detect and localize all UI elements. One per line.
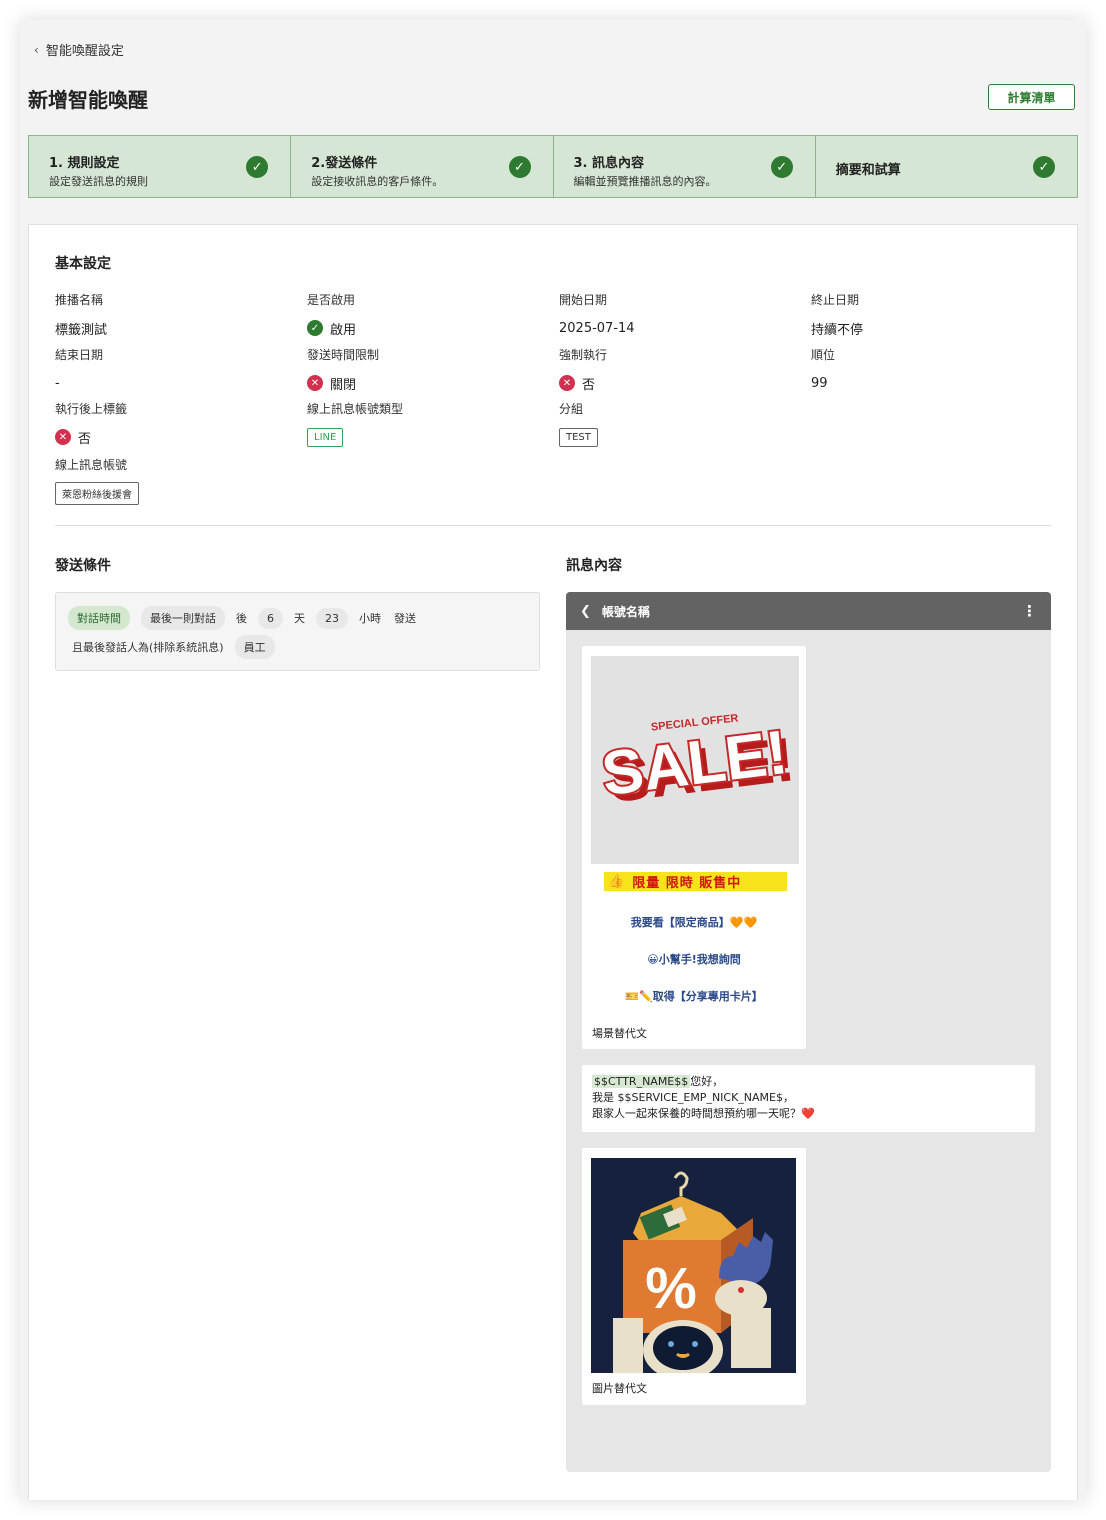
text-line: 跟家人一起來保養的時間想預約哪一天呢？❤️ [592, 1107, 815, 1120]
account-tag: 萊恩粉絲後援會 [55, 481, 139, 505]
field-value: 持續不停 [811, 322, 864, 338]
condition-word: 後 [236, 612, 247, 625]
field-group: 分組 TEST [559, 400, 598, 447]
field-label: 結束日期 [55, 348, 104, 362]
condition-chip-role: 員工 [234, 635, 275, 659]
message-title: 訊息內容 [566, 558, 622, 574]
condition-chip-days: 6 [258, 607, 283, 629]
field-value: 啟用 [330, 322, 357, 338]
field-value: 99 [811, 375, 828, 391]
check-circle-icon: ✓ [508, 156, 531, 178]
condition-box: 對話時間 最後一則對話 後 6 天 23 小時 發送 且最後發話人為(排除系統訊… [55, 592, 540, 671]
field-label: 分組 [559, 402, 584, 416]
condition-chip-hours: 23 [316, 607, 348, 629]
card-action-button[interactable]: 🎫✏️取得【分享專用卡片】 [582, 988, 806, 1004]
section-divider [55, 525, 1051, 526]
x-circle-icon: ✕ [55, 429, 71, 445]
step-summary[interactable]: 摘要和試算 ✓ [816, 136, 1077, 197]
card-action-button[interactable]: 我要看【限定商品】🧡🧡 [582, 914, 806, 930]
field-force-exec: 強制執行 ✕ 否 [559, 346, 608, 393]
phone-header-title: 帳號名稱 [601, 604, 650, 619]
field-value: - [55, 375, 60, 391]
field-label: 執行後上標籤 [55, 402, 128, 416]
message-card-sale: SPECIAL OFFER SALE! SALE! 👍 限量 限時 販售中 我要… [582, 646, 806, 1049]
condition-chip-type: 對話時間 [68, 606, 130, 630]
card-action-button[interactable]: 😀小幫手!我想詢問 [582, 951, 806, 967]
banner-text: 限量 限時 販售中 [632, 876, 742, 891]
variable-highlight: $$CTTR_NAME$$ [592, 1075, 691, 1088]
sale-image: SPECIAL OFFER SALE! SALE! [591, 656, 799, 864]
calculate-list-button[interactable]: 計算清單 [988, 84, 1075, 110]
field-label: 線上訊息帳號類型 [307, 402, 404, 416]
check-circle-icon: ✓ [307, 320, 323, 336]
step-rules[interactable]: 1. 規則設定 設定發送訊息的規則 ✓ [29, 136, 292, 197]
summary-panel: 基本設定 推播名稱 標籤測試 是否啟用 ✓ 啟用 開始日期 2025-07-14 … [28, 224, 1078, 1500]
conditions-title: 發送條件 [55, 558, 111, 574]
field-label: 發送時間限制 [307, 348, 380, 362]
app-frame: ‹ 智能喚醒設定 新增智能喚醒 計算清單 1. 規則設定 設定發送訊息的規則 ✓… [20, 20, 1086, 1500]
field-label: 推播名稱 [55, 293, 104, 307]
field-push-name: 推播名稱 標籤測試 [55, 291, 108, 338]
field-label: 線上訊息帳號 [55, 458, 128, 472]
message-card-image: % 圖片替代文 [582, 1148, 806, 1405]
field-value: 關閉 [330, 377, 357, 393]
field-account-type: 線上訊息帳號類型 LINE [307, 400, 404, 447]
field-label: 終止日期 [811, 293, 860, 307]
card-alt-text: 場景替代文 [592, 1027, 647, 1040]
field-value: 否 [78, 431, 92, 447]
promo-banner: 👍 限量 限時 販售中 [604, 872, 787, 891]
check-circle-icon: ✓ [1033, 156, 1055, 178]
field-label: 開始日期 [559, 293, 608, 307]
condition-chip-scope: 最後一則對話 [141, 606, 225, 630]
breadcrumb-back-label[interactable]: 智能喚醒設定 [46, 40, 124, 59]
field-enabled: 是否啟用 ✓ 啟用 [307, 291, 357, 338]
group-tag: TEST [559, 427, 598, 447]
condition-row: 且最後發話人為(排除系統訊息) 員工 [72, 635, 286, 659]
message-card-text: $$CTTR_NAME$$ 您好， 我是 $$SERVICE_EMP_NICK_N… [582, 1065, 1035, 1132]
field-value: 否 [582, 377, 596, 393]
chevron-left-icon[interactable]: ‹ [34, 43, 39, 57]
message-preview-phone: ❮ 帳號名稱 ⋮ SPECIAL OFFER SALE! SALE! 👍 限量 … [566, 592, 1051, 1472]
account-type-tag: LINE [307, 427, 344, 447]
field-end-date: 結束日期 - [55, 346, 103, 392]
x-circle-icon: ✕ [559, 375, 575, 391]
field-label: 是否啟用 [307, 293, 356, 307]
svg-text:%: % [645, 1256, 697, 1321]
x-circle-icon: ✕ [307, 375, 323, 391]
field-value: 2025-07-14 [559, 320, 635, 336]
basic-settings-title: 基本設定 [55, 256, 111, 272]
field-value: 標籤測試 [55, 322, 108, 338]
more-vertical-icon[interactable]: ⋮ [1022, 602, 1037, 620]
field-start-date: 開始日期 2025-07-14 [559, 291, 635, 337]
condition-row: 對話時間 最後一則對話 後 6 天 23 小時 發送 [68, 606, 427, 630]
field-time-limit: 發送時間限制 ✕ 關閉 [307, 346, 380, 393]
phone-header: ❮ 帳號名稱 ⋮ [566, 592, 1051, 630]
chevron-left-icon[interactable]: ❮ [580, 604, 591, 619]
step-content[interactable]: 3. 訊息內容 編輯並預覽推播訊息的內容。 ✓ [554, 136, 816, 197]
breadcrumb[interactable]: ‹ 智能喚醒設定 [34, 40, 124, 60]
field-label: 強制執行 [559, 348, 608, 362]
page-title: 新增智能喚醒 [28, 88, 148, 112]
check-circle-icon: ✓ [770, 156, 793, 178]
field-tag-after: 執行後上標籤 ✕ 否 [55, 400, 128, 447]
condition-text: 且最後發話人為(排除系統訊息) [72, 641, 224, 654]
stepper: 1. 規則設定 設定發送訊息的規則 ✓ 2.發送條件 設定接收訊息的客戶條件。 … [28, 135, 1078, 198]
field-account: 線上訊息帳號 萊恩粉絲後援會 [55, 456, 139, 505]
condition-word: 天 [294, 612, 305, 625]
step-conditions[interactable]: 2.發送條件 設定接收訊息的客戶條件。 ✓ [291, 136, 554, 197]
text-line: 我是 $$SERVICE_EMP_NICK_NAME$， [592, 1091, 795, 1104]
condition-word: 發送 [394, 612, 416, 625]
text-line: 您好， [690, 1075, 724, 1088]
thumbs-up-icon: 👍 [608, 874, 625, 889]
field-order: 順位 99 [811, 346, 835, 392]
condition-word: 小時 [359, 612, 381, 625]
field-label: 順位 [811, 348, 836, 362]
astronaut-promo-image: % [591, 1158, 796, 1373]
field-stop-date: 終止日期 持續不停 [811, 291, 864, 338]
card-alt-text: 圖片替代文 [592, 1382, 647, 1395]
